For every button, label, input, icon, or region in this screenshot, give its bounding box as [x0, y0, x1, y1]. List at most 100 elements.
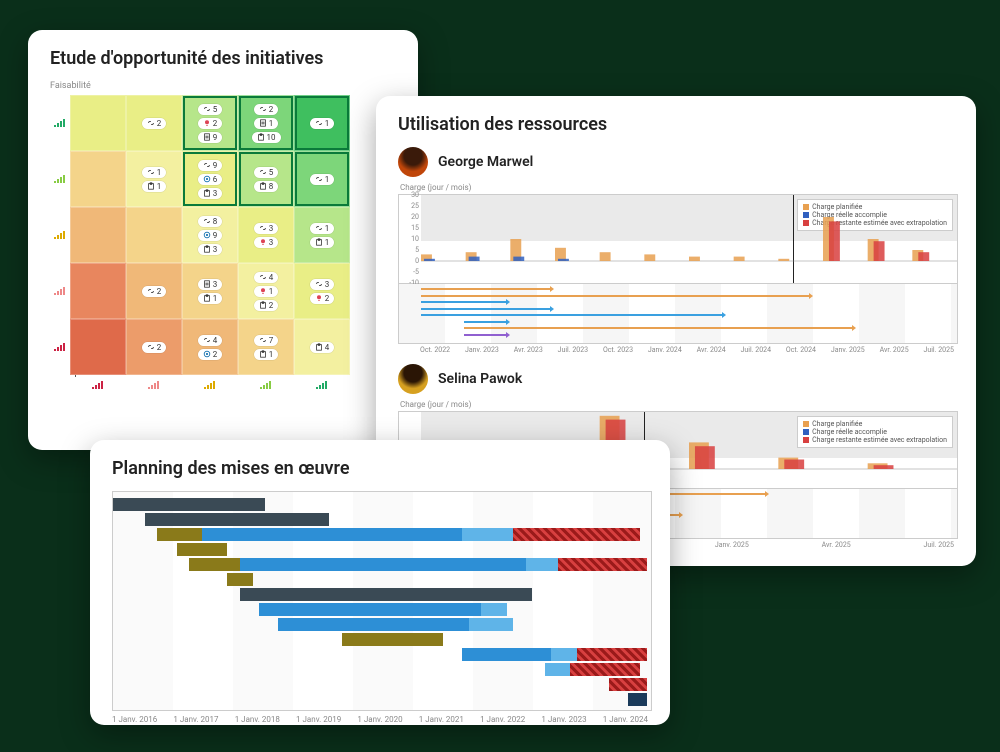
matrix-cell-pill[interactable]: 10 — [252, 132, 281, 143]
matrix-cell-pill[interactable]: 1 — [310, 223, 335, 234]
matrix-cell-pill[interactable]: 7 — [254, 335, 279, 346]
person-name: Selina Pawok — [438, 371, 522, 387]
matrix-cell[interactable]: 8 9 3 — [182, 207, 238, 263]
gantt-bar[interactable] — [202, 528, 462, 541]
matrix-cell-pill[interactable]: 1 — [310, 118, 335, 129]
matrix-cell-pill[interactable]: 3 — [254, 237, 279, 248]
matrix-cell[interactable] — [70, 95, 126, 151]
y-axis-level-icon — [50, 95, 70, 151]
matrix-cell[interactable]: 5 2 9 — [182, 95, 238, 151]
matrix-cell-pill[interactable]: 1 — [254, 118, 279, 129]
matrix-cell[interactable]: 71 — [238, 319, 294, 375]
matrix-cell-pill[interactable]: 2 — [254, 300, 279, 311]
gantt-bar[interactable] — [259, 603, 481, 616]
resource-timeline-george — [398, 284, 958, 344]
matrix-cell-pill[interactable]: 2 — [254, 104, 279, 115]
matrix-cell-pill[interactable]: 1 — [198, 293, 223, 304]
gantt-bar[interactable] — [577, 648, 647, 661]
matrix-cell-pill[interactable]: 2 — [310, 293, 335, 304]
gantt-bar[interactable] — [570, 663, 640, 676]
matrix-cell[interactable]: 42 — [182, 319, 238, 375]
gantt-bar[interactable] — [462, 648, 551, 661]
matrix-cell-pill[interactable]: 2 — [198, 349, 223, 360]
matrix-cell[interactable]: 4 1 2 — [238, 263, 294, 319]
gantt-bar[interactable] — [545, 663, 570, 676]
matrix-cell[interactable]: 1 — [294, 151, 350, 207]
gantt-bar[interactable] — [462, 528, 513, 541]
matrix-cell-pill[interactable]: 3 — [198, 279, 223, 290]
matrix-cell[interactable]: 2 1 10 — [238, 95, 294, 151]
matrix-cell[interactable] — [70, 319, 126, 375]
matrix-cell-pill[interactable]: 8 — [254, 181, 279, 192]
matrix-cell-pill[interactable]: 1 — [254, 286, 279, 297]
matrix-cell[interactable]: 58 — [238, 151, 294, 207]
matrix-cell-pill[interactable]: 3 — [198, 244, 223, 255]
gantt-bar[interactable] — [342, 633, 444, 646]
matrix-cell-pill[interactable]: 4 — [198, 335, 223, 346]
matrix-cell[interactable]: 2 — [126, 263, 182, 319]
matrix-cell-pill[interactable]: 4 — [254, 272, 279, 283]
matrix-cell[interactable]: 9 6 3 — [182, 151, 238, 207]
matrix-cell-pill[interactable]: 2 — [142, 342, 167, 353]
matrix-cell-pill[interactable]: 6 — [198, 174, 223, 185]
matrix-cell-pill[interactable]: 4 — [310, 342, 335, 353]
matrix-cell-pill[interactable]: 9 — [198, 132, 223, 143]
opportunity-ylabel: Faisabilité — [50, 81, 396, 91]
x-axis-level-icon — [70, 375, 126, 395]
gantt-bar[interactable] — [189, 558, 240, 571]
matrix-cell-pill[interactable]: 1 — [142, 167, 167, 178]
matrix-cell[interactable]: 33 — [238, 207, 294, 263]
resource-xticks: Oct. 2022Janv. 2023Avr. 2023Juil. 2023Oc… — [398, 346, 954, 354]
matrix-cell-pill[interactable]: 5 — [254, 167, 279, 178]
matrix-cell[interactable]: 2 — [126, 319, 182, 375]
matrix-cell-pill[interactable]: 1 — [310, 237, 335, 248]
gantt-bar[interactable] — [551, 648, 576, 661]
matrix-cell[interactable]: 2 — [126, 95, 182, 151]
matrix-cell-pill[interactable]: 9 — [198, 230, 223, 241]
y-axis-level-icon — [50, 263, 70, 319]
matrix-cell[interactable]: 32 — [294, 263, 350, 319]
gantt-bar[interactable] — [240, 558, 526, 571]
matrix-cell-pill[interactable]: 2 — [142, 118, 167, 129]
matrix-cell[interactable]: 1 — [294, 95, 350, 151]
matrix-cell-pill[interactable]: 5 — [198, 104, 223, 115]
opportunity-grid: 25292110111963581893331123141232242714 — [50, 95, 396, 395]
gantt-bar[interactable] — [609, 678, 647, 691]
y-axis-level-icon — [50, 151, 70, 207]
matrix-cell[interactable]: 11 — [126, 151, 182, 207]
matrix-cell-pill[interactable]: 8 — [198, 216, 223, 227]
matrix-cell[interactable]: 4 — [294, 319, 350, 375]
matrix-cell-pill[interactable]: 1 — [310, 174, 335, 185]
gantt-bar[interactable] — [558, 558, 647, 571]
avatar-icon — [398, 147, 428, 177]
matrix-cell-pill[interactable]: 2 — [198, 118, 223, 129]
matrix-cell[interactable] — [70, 151, 126, 207]
opportunity-title: Etude d'opportunité des initiatives — [50, 48, 396, 69]
matrix-cell-pill[interactable]: 1 — [142, 181, 167, 192]
matrix-cell[interactable]: 31 — [182, 263, 238, 319]
gantt-bar[interactable] — [145, 513, 329, 526]
gantt-bar[interactable] — [227, 573, 252, 586]
gantt-bar[interactable] — [628, 693, 647, 706]
matrix-cell-pill[interactable]: 9 — [198, 160, 223, 171]
gantt-bar[interactable] — [513, 528, 640, 541]
matrix-cell[interactable] — [70, 263, 126, 319]
chart-ylabel: Charge (jour / mois) — [400, 400, 954, 409]
gantt-bar[interactable] — [469, 618, 513, 631]
matrix-cell-pill[interactable]: 3 — [198, 188, 223, 199]
gantt-bar[interactable] — [113, 498, 265, 511]
matrix-cell[interactable]: 11 — [294, 207, 350, 263]
gantt-bar[interactable] — [240, 588, 532, 601]
planning-xticks: 1 Janv. 20161 Janv. 20171 Janv. 20181 Ja… — [112, 715, 648, 724]
matrix-cell-pill[interactable]: 2 — [142, 286, 167, 297]
matrix-cell-pill[interactable]: 3 — [310, 279, 335, 290]
gantt-bar[interactable] — [481, 603, 506, 616]
gantt-bar[interactable] — [177, 543, 228, 556]
gantt-bar[interactable] — [526, 558, 558, 571]
matrix-cell[interactable] — [126, 207, 182, 263]
gantt-bar[interactable] — [278, 618, 469, 631]
matrix-cell-pill[interactable]: 3 — [254, 223, 279, 234]
matrix-cell-pill[interactable]: 1 — [254, 349, 279, 360]
gantt-bar[interactable] — [157, 528, 201, 541]
matrix-cell[interactable] — [70, 207, 126, 263]
